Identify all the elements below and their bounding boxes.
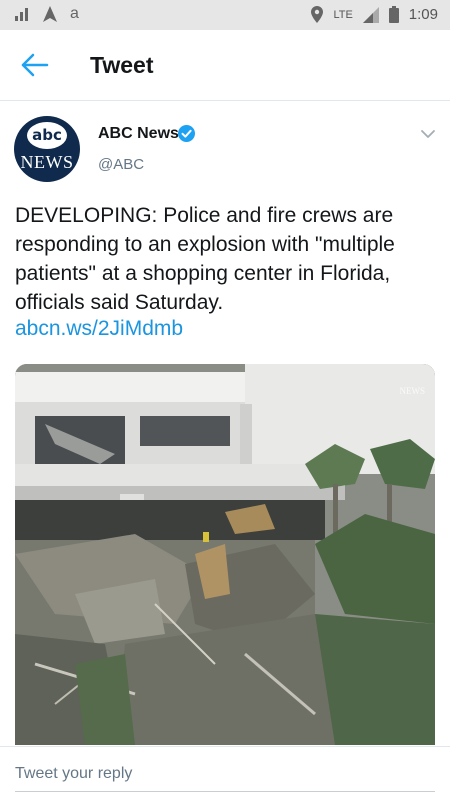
app-bar: Tweet [0, 30, 450, 101]
chevron-down-icon[interactable] [420, 128, 436, 140]
author-avatar[interactable]: abc NEWS [14, 116, 80, 182]
tweet-link[interactable]: abcn.ws/2JiMdmb [15, 317, 183, 341]
tweet-text: DEVELOPING: Police and fire crews are re… [15, 204, 395, 314]
network-type: LTE [333, 8, 353, 21]
author-handle[interactable]: @ABC [98, 156, 144, 173]
avatar-news-text: NEWS [20, 152, 74, 172]
cell-signal-icon [362, 6, 379, 23]
reply-underline [15, 791, 435, 792]
location-pin-icon [311, 6, 324, 23]
author-name[interactable]: ABC News [98, 125, 179, 143]
amazon-icon: a [70, 5, 79, 22]
battery-icon [388, 6, 399, 23]
explosion-photo [15, 364, 435, 745]
navigation-arrow-icon [43, 6, 57, 22]
verified-badge-icon [178, 125, 195, 142]
page-title: Tweet [90, 52, 154, 78]
arrow-left-icon [21, 53, 49, 77]
signal-bars-icon [15, 8, 28, 21]
reply-bar [0, 746, 450, 801]
clock: 1:09 [408, 6, 438, 23]
news-watermark: NEWS [399, 386, 426, 396]
status-bar-right: LTE 1:09 [311, 6, 438, 23]
back-button[interactable] [20, 52, 50, 78]
tweet-media[interactable]: NEWS [15, 364, 435, 745]
reply-input[interactable] [15, 761, 435, 787]
status-bar-left: a [14, 5, 79, 23]
avatar-abc-logo: abc [27, 122, 67, 149]
status-bar: a LTE 1:09 [0, 0, 450, 30]
